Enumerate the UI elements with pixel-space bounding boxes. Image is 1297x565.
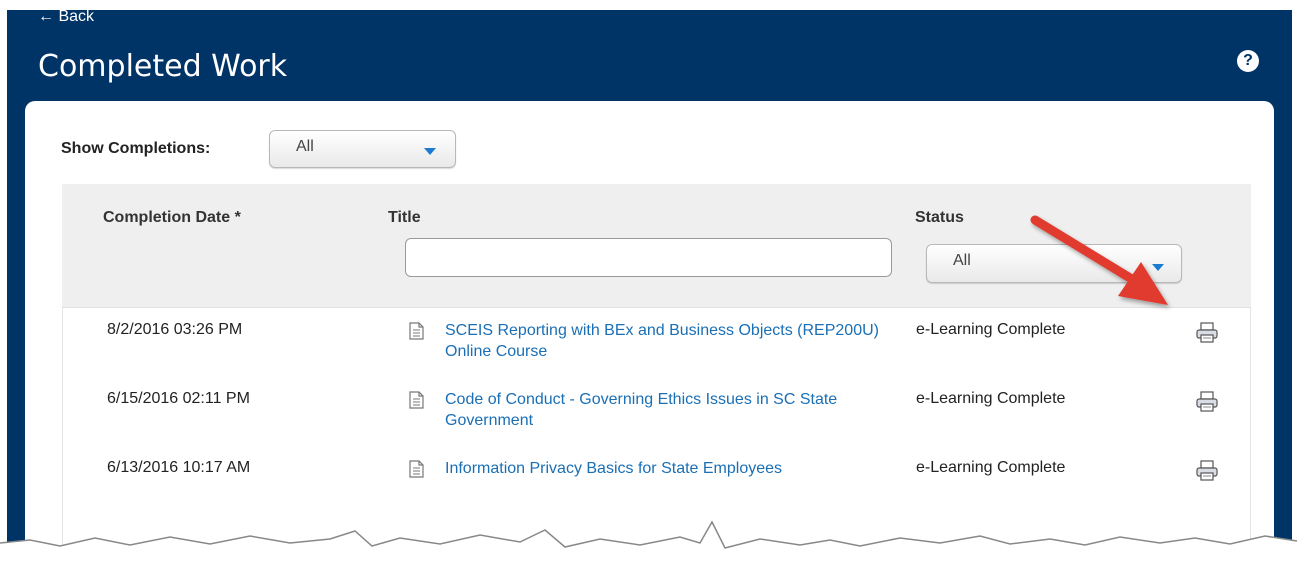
- document-icon: [409, 391, 424, 409]
- table-body: 8/2/2016 03:26 PM SCEIS Reporting with B…: [62, 308, 1251, 565]
- status-text: e-Learning Complete: [916, 321, 1066, 338]
- status-filter-select[interactable]: All: [926, 244, 1182, 283]
- show-completions-value: All: [296, 138, 314, 155]
- course-title-link[interactable]: Code of Conduct - Governing Ethics Issue…: [445, 389, 885, 431]
- back-link[interactable]: ← Back: [38, 10, 94, 26]
- completion-date: 6/15/2016 02:11 PM: [107, 390, 250, 407]
- content-panel: Show Completions: All Completion Date * …: [25, 101, 1274, 565]
- chevron-down-icon: [424, 148, 436, 155]
- document-icon: [409, 322, 424, 340]
- column-header-status: Status: [915, 209, 964, 226]
- status-text: e-Learning Complete: [916, 459, 1066, 476]
- chevron-down-icon: [1152, 264, 1164, 271]
- table-header: Completion Date * Title Status All: [62, 184, 1251, 308]
- print-icon[interactable]: [1196, 391, 1218, 412]
- title-filter-input[interactable]: [405, 238, 892, 277]
- status-filter-value: All: [953, 252, 971, 269]
- app-frame: ← Back Completed Work ? Show Completions…: [7, 10, 1292, 565]
- course-title-link[interactable]: SCEIS Reporting with BEx and Business Ob…: [445, 320, 885, 362]
- table-row: 8/2/2016 03:26 PM SCEIS Reporting with B…: [63, 316, 1252, 386]
- show-completions-select[interactable]: All: [269, 130, 456, 168]
- completion-date: 8/2/2016 03:26 PM: [107, 321, 243, 338]
- page-title: Completed Work: [38, 49, 288, 84]
- table-row: 6/13/2016 10:17 AM Information Privacy B…: [63, 454, 1252, 524]
- print-icon[interactable]: [1196, 322, 1218, 343]
- show-completions-label: Show Completions:: [61, 140, 211, 157]
- table-row: 6/15/2016 02:11 PM Code of Conduct - Gov…: [63, 385, 1252, 455]
- column-header-title: Title: [388, 209, 421, 226]
- course-title-link[interactable]: Information Privacy Basics for State Emp…: [445, 458, 885, 479]
- document-icon: [409, 460, 424, 478]
- column-header-completion-date[interactable]: Completion Date *: [103, 209, 241, 227]
- help-icon[interactable]: ?: [1237, 50, 1259, 72]
- status-text: e-Learning Complete: [916, 390, 1066, 407]
- print-icon[interactable]: [1196, 460, 1218, 481]
- completion-date: 6/13/2016 10:17 AM: [107, 459, 251, 476]
